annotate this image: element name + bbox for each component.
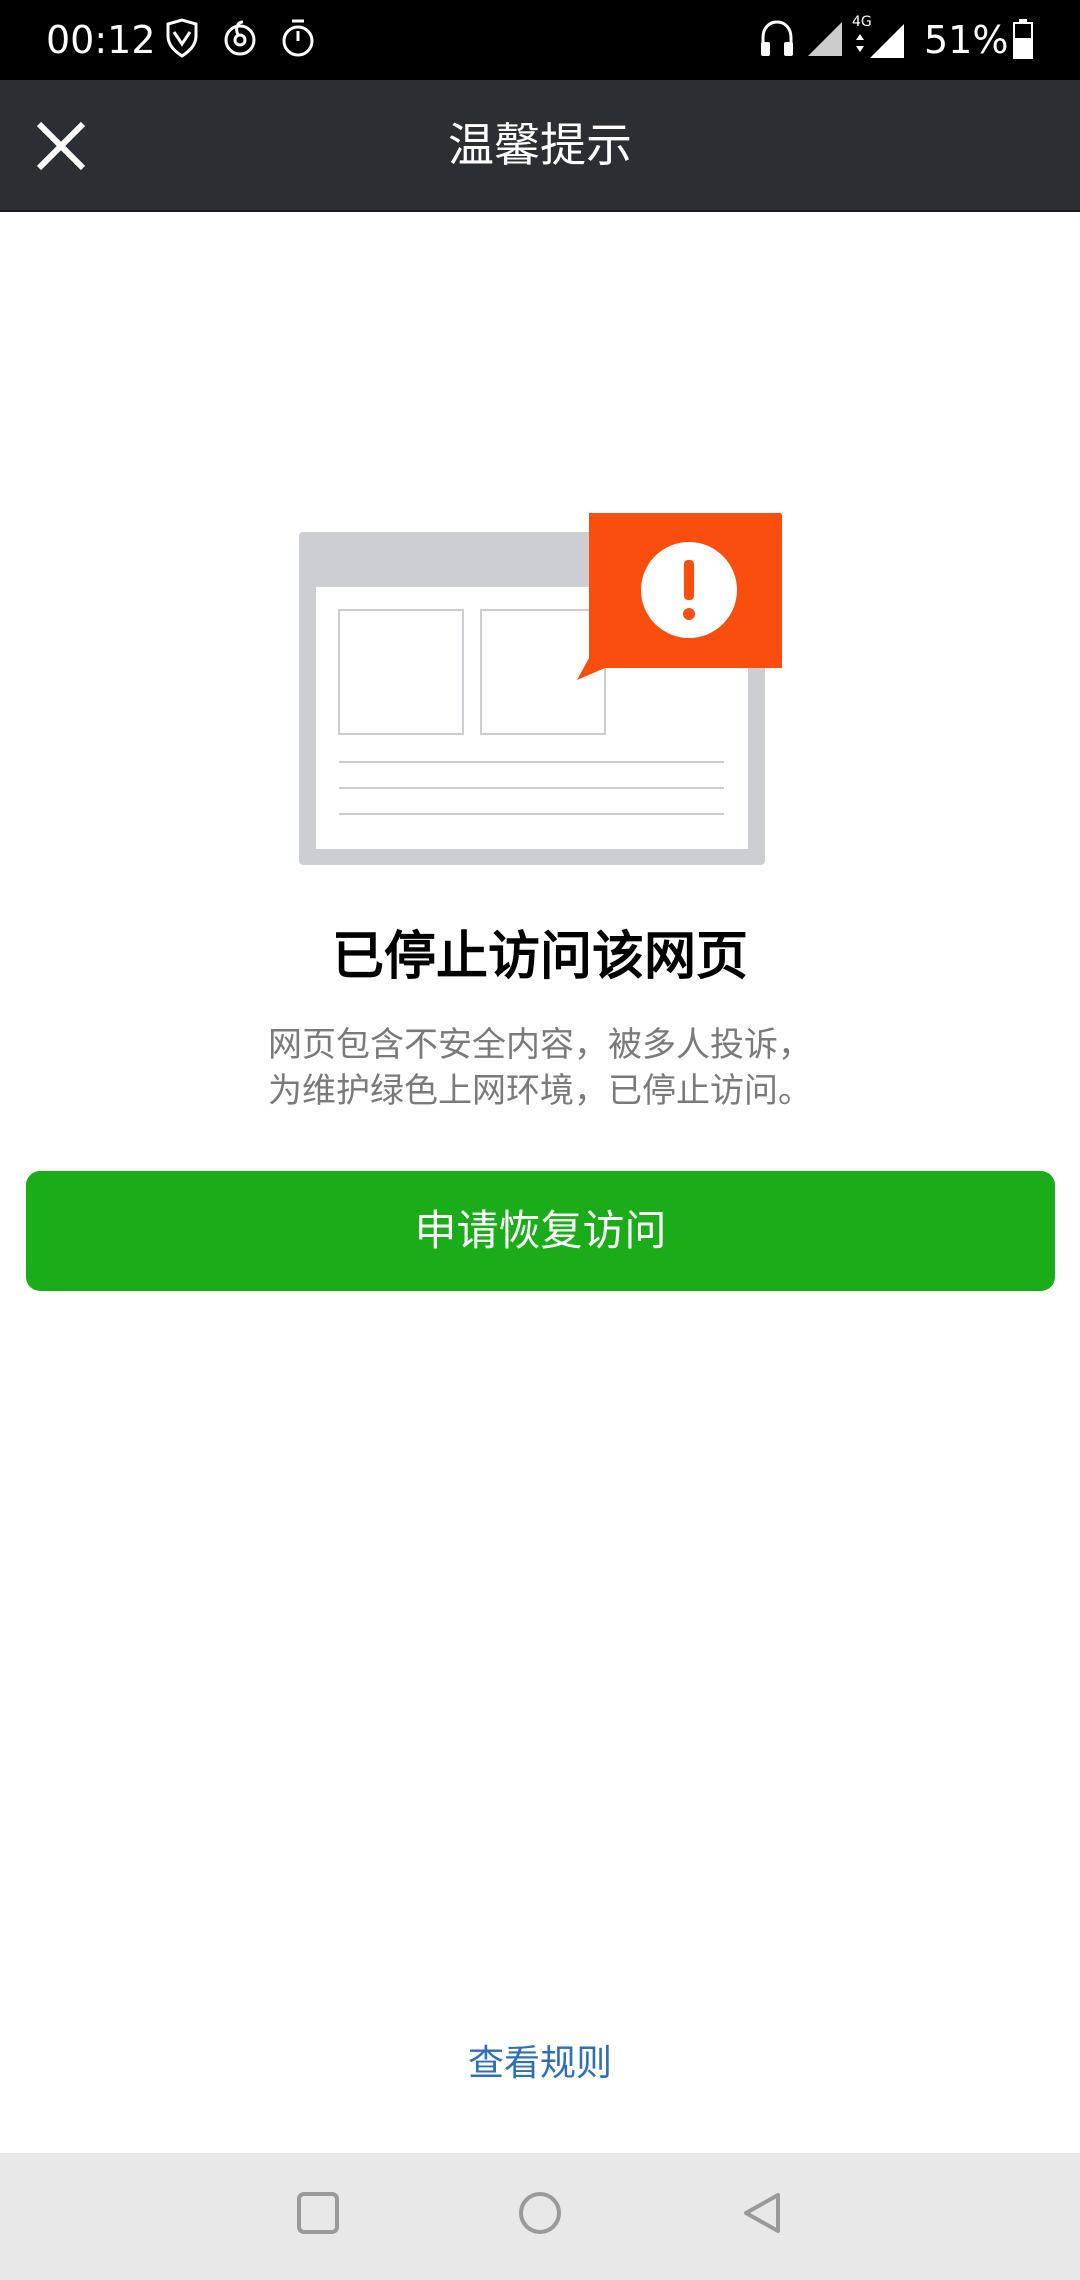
battery-icon xyxy=(1013,19,1033,59)
blocked-headline: 已停止访问该网页 xyxy=(331,927,748,987)
battery-percentage: 51% xyxy=(924,18,1009,62)
status-bar: 00:12 4G 51% xyxy=(0,0,1080,80)
netease-music-icon xyxy=(224,20,256,56)
headphone-icon xyxy=(761,20,793,56)
description-line-1: 网页包含不安全内容，被多人投诉， xyxy=(268,1025,812,1065)
status-time: 00:12 xyxy=(46,18,156,62)
signal-4g-icon xyxy=(856,24,904,58)
home-icon[interactable] xyxy=(518,2191,562,2235)
blocked-webpage-warning-icon xyxy=(299,513,782,865)
back-icon[interactable] xyxy=(740,2191,784,2235)
system-navigation-bar xyxy=(0,2153,1080,2280)
request-restore-access-button[interactable]: 申请恢复访问 xyxy=(26,1171,1055,1291)
timer-icon xyxy=(282,19,314,57)
shield-icon xyxy=(166,18,198,58)
description-line-2: 为维护绿色上网环境，已停止访问。 xyxy=(268,1071,812,1111)
recent-apps-icon[interactable] xyxy=(296,2191,340,2235)
signal-icon xyxy=(808,22,842,56)
top-navigation-bar: 温馨提示 xyxy=(0,80,1080,212)
page-title: 温馨提示 xyxy=(448,118,632,172)
view-rules-link[interactable]: 查看规则 xyxy=(0,2036,1080,2092)
blocked-description: 网页包含不安全内容，被多人投诉， 为维护绿色上网环境，已停止访问。 xyxy=(0,1022,1080,1114)
